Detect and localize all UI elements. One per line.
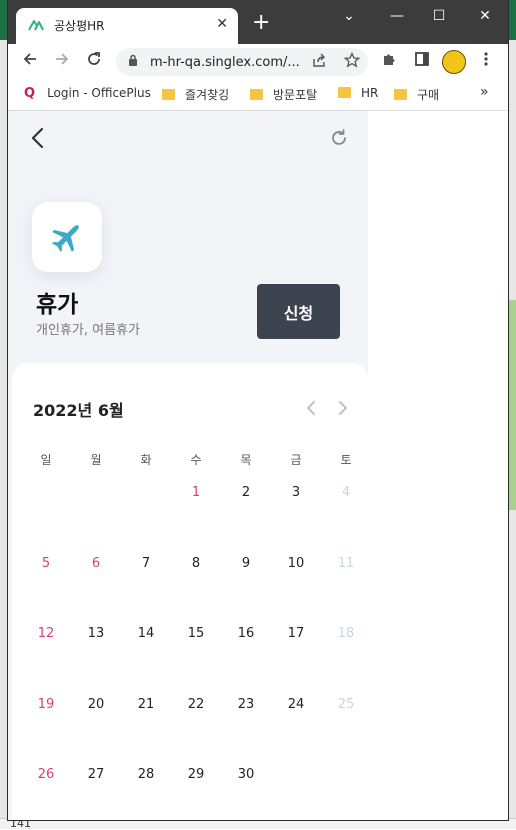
browser-tab[interactable]: 공상평HR ✕ xyxy=(16,8,238,44)
calendar-day[interactable]: 16 xyxy=(226,626,266,641)
weekday-header: 일 xyxy=(40,453,52,467)
calendar-day[interactable]: 24 xyxy=(276,697,316,712)
calendar-day[interactable]: 1 xyxy=(176,485,216,500)
calendar-month-label: 2022년 6월 xyxy=(33,401,124,420)
calendar-day[interactable]: 18 xyxy=(326,626,366,641)
bookmark-folder-portal[interactable]: 방문포탈 xyxy=(250,86,317,103)
page-title: 휴가 xyxy=(36,292,79,318)
extensions-puzzle-icon[interactable] xyxy=(378,50,402,74)
bookmark-star-icon[interactable] xyxy=(343,51,361,72)
lock-icon[interactable] xyxy=(128,54,138,70)
calendar-day[interactable]: 9 xyxy=(226,556,266,571)
back-arrow-icon[interactable] xyxy=(18,50,42,74)
bookmark-label: 구매 xyxy=(417,88,440,102)
calendar-day[interactable]: 23 xyxy=(226,697,266,712)
weekday-header: 목 xyxy=(240,453,252,467)
calendar-day[interactable]: 5 xyxy=(26,556,66,571)
close-window-button[interactable]: ✕ xyxy=(470,6,500,26)
back-chevron-icon[interactable] xyxy=(26,123,50,153)
tab-close-icon[interactable]: ✕ xyxy=(216,16,228,32)
bookmark-folder-purchase[interactable]: 구매 xyxy=(394,86,439,103)
airplane-icon xyxy=(52,225,79,252)
weekday-header: 수 xyxy=(190,453,202,467)
calendar-day[interactable]: 26 xyxy=(26,767,66,782)
apply-button[interactable]: 신청 xyxy=(257,284,340,339)
background-cells xyxy=(508,300,516,510)
calendar-day[interactable]: 13 xyxy=(76,626,116,641)
weekday-header: 월 xyxy=(90,453,102,467)
bookmark-label: 방문포탈 xyxy=(273,88,318,102)
calendar-day[interactable]: 3 xyxy=(276,485,316,500)
folder-icon xyxy=(338,87,351,98)
weekday-header: 금 xyxy=(290,453,302,467)
tab-title: 공상평HR xyxy=(54,19,105,33)
vacation-app: 휴가 개인휴가, 여름휴가 신청 2022년 6월 일월화수목금토1234567… xyxy=(8,111,368,820)
more-menu-icon[interactable] xyxy=(474,50,498,74)
hr-logo-icon xyxy=(28,20,44,31)
prev-month-chevron-icon[interactable] xyxy=(304,399,318,417)
bookmark-folder-favorites[interactable]: 즐겨찾깅 xyxy=(162,86,229,103)
minimize-button[interactable]: — xyxy=(382,6,412,26)
calendar-day[interactable]: 2 xyxy=(226,485,266,500)
url-text[interactable]: m-hr-qa.singlex.com/... xyxy=(150,55,300,70)
calendar-day[interactable]: 12 xyxy=(26,626,66,641)
calendar-day[interactable]: 22 xyxy=(176,697,216,712)
calendar-day[interactable]: 27 xyxy=(76,767,116,782)
bookmark-officeplus[interactable]: Q Login - OfficePlus xyxy=(24,86,151,101)
calendar-day[interactable]: 7 xyxy=(126,556,166,571)
calendar-day[interactable]: 14 xyxy=(126,626,166,641)
folder-icon xyxy=(250,89,263,100)
calendar-day[interactable]: 29 xyxy=(176,767,216,782)
folder-icon xyxy=(394,89,407,100)
bookmarks-overflow-button[interactable]: » xyxy=(480,84,489,100)
page-viewport: 휴가 개인휴가, 여름휴가 신청 2022년 6월 일월화수목금토1234567… xyxy=(8,111,508,820)
calendar-day[interactable]: 25 xyxy=(326,697,366,712)
calendar-day[interactable]: 21 xyxy=(126,697,166,712)
calendar-day[interactable]: 17 xyxy=(276,626,316,641)
new-tab-button[interactable]: + xyxy=(252,12,270,34)
calendar-day[interactable]: 11 xyxy=(326,556,366,571)
weekday-header: 화 xyxy=(140,453,152,467)
bookmark-label: 즐겨찾깅 xyxy=(185,88,230,102)
refresh-icon[interactable] xyxy=(328,127,350,149)
officeplus-icon: Q xyxy=(24,86,36,101)
bookmarks-bar: Q Login - OfficePlus 즐겨찾깅 방문포탈 HR 구매 » xyxy=(8,80,508,111)
reload-icon[interactable] xyxy=(82,50,106,74)
side-panel-icon[interactable] xyxy=(410,50,434,74)
maximize-button[interactable]: ☐ xyxy=(424,6,454,26)
calendar-day[interactable]: 8 xyxy=(176,556,216,571)
next-month-chevron-icon[interactable] xyxy=(336,399,350,417)
address-bar[interactable]: m-hr-qa.singlex.com/... xyxy=(116,48,368,76)
browser-toolbar: m-hr-qa.singlex.com/... xyxy=(8,44,508,80)
calendar-day[interactable]: 15 xyxy=(176,626,216,641)
tab-search-icon[interactable]: ⌄ xyxy=(334,6,364,26)
calendar: 2022년 6월 일 월 화 수 목 금 토 1 2 3 4 5 6 7 8 9 10 11 12 13 14 15 16 1… xyxy=(12,363,368,820)
page-subtitle: 개인휴가, 여름휴가 xyxy=(36,323,140,338)
bookmark-label: Login - OfficePlus xyxy=(47,86,151,100)
calendar-day[interactable]: 6 xyxy=(76,556,116,571)
forward-arrow-icon[interactable] xyxy=(50,50,74,74)
vacation-category-tile xyxy=(32,202,102,272)
calendar-day[interactable]: 19 xyxy=(26,697,66,712)
calendar-day[interactable]: 10 xyxy=(276,556,316,571)
calendar-day[interactable]: 28 xyxy=(126,767,166,782)
weekday-header: 토 xyxy=(340,453,352,467)
calendar-day[interactable]: 20 xyxy=(76,697,116,712)
folder-icon xyxy=(162,89,175,100)
browser-window: 공상평HR ✕ + ⌄ — ☐ ✕ m-hr-qa.singlex.com/..… xyxy=(8,0,508,820)
share-icon[interactable] xyxy=(312,53,327,72)
bookmark-label: HR xyxy=(361,86,379,100)
bookmark-folder-hr[interactable]: HR xyxy=(338,86,378,100)
calendar-day[interactable]: 30 xyxy=(226,767,266,782)
profile-avatar[interactable] xyxy=(442,50,466,74)
calendar-day[interactable]: 4 xyxy=(326,485,366,500)
title-bar: 공상평HR ✕ + ⌄ — ☐ ✕ xyxy=(8,0,508,44)
